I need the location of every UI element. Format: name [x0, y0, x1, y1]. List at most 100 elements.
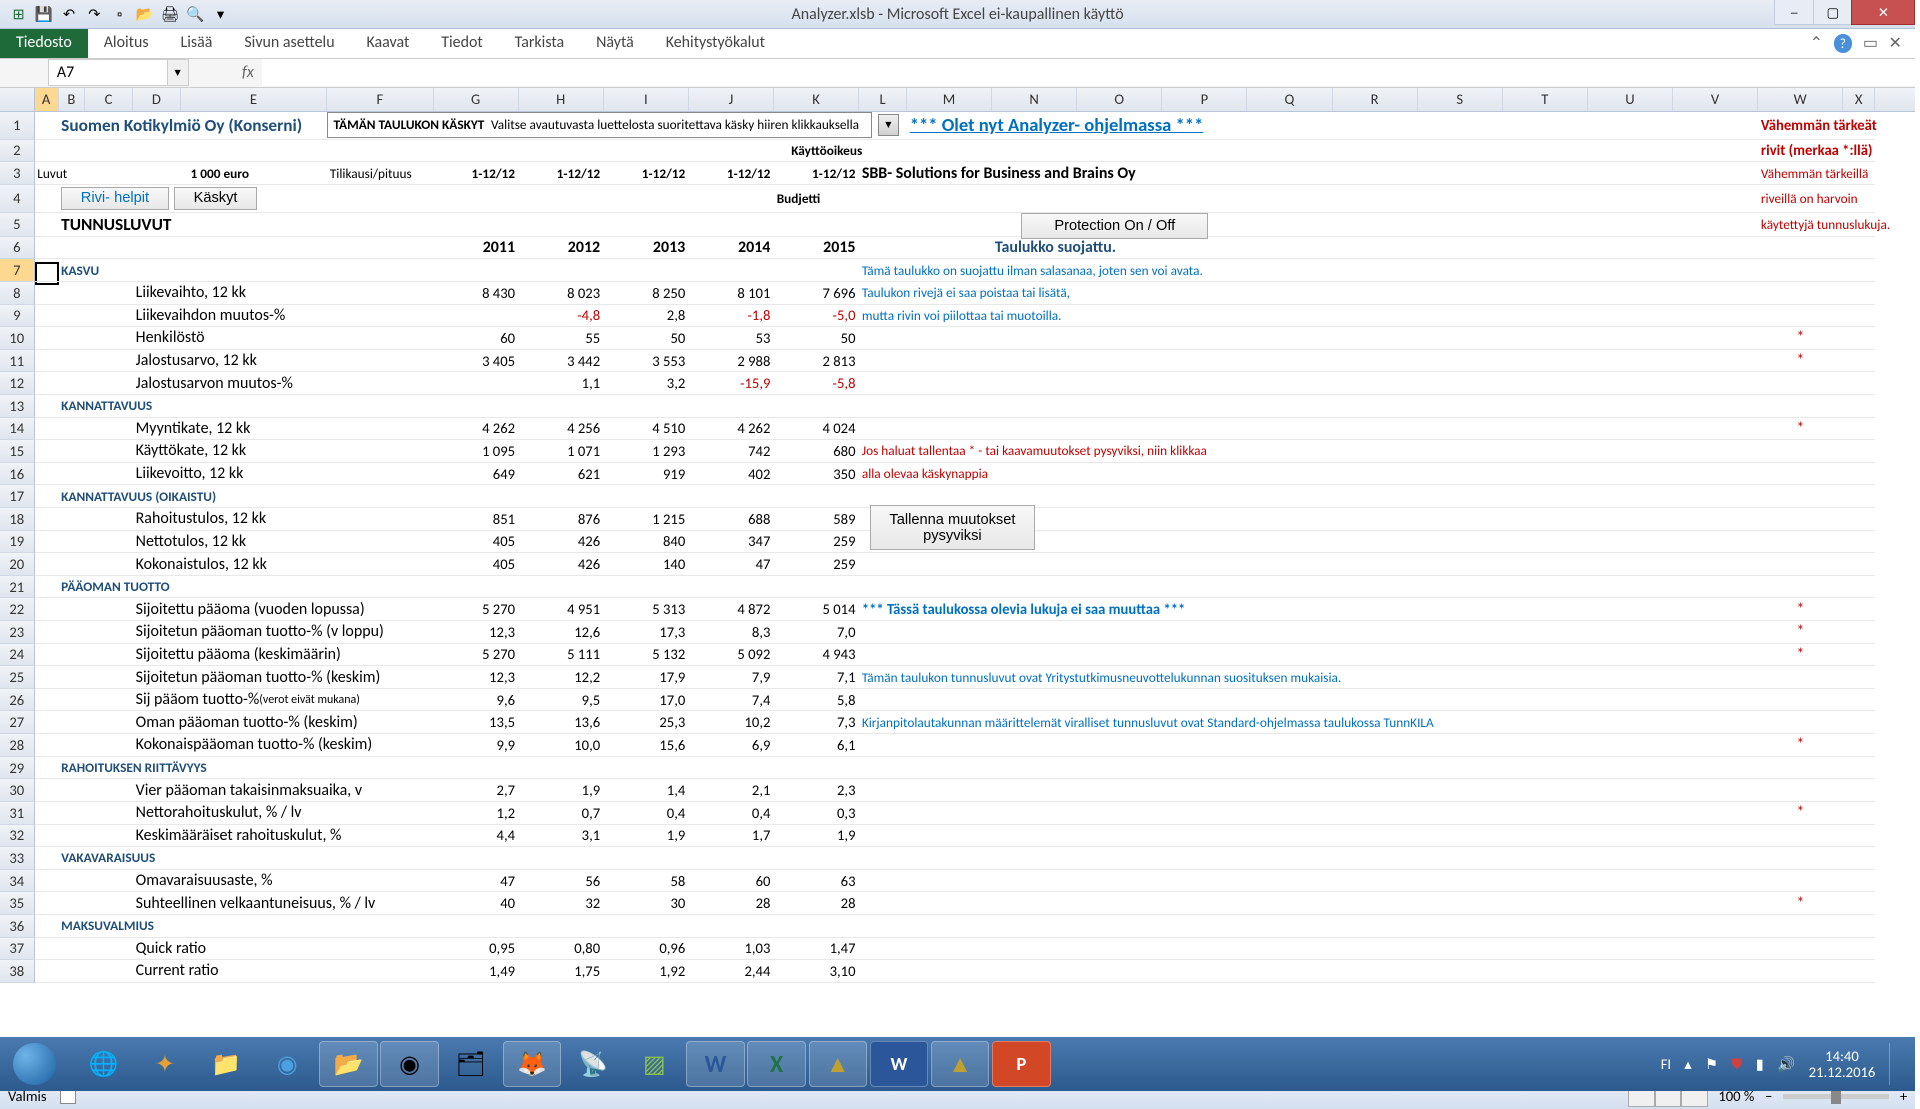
zoom-slider[interactable] — [1783, 1094, 1889, 1099]
col-header-I[interactable]: I — [604, 88, 689, 111]
tray-network-icon[interactable]: ▮ — [1756, 1055, 1764, 1073]
ribbon-tab-kaavat[interactable]: Kaavat — [351, 29, 426, 57]
col-header-R[interactable]: R — [1333, 88, 1418, 111]
row-header-34[interactable]: 34 — [0, 870, 35, 893]
row-header-10[interactable]: 10 — [0, 327, 35, 350]
ribbon-tab-aloitus[interactable]: Aloitus — [88, 29, 165, 57]
col-header-W[interactable]: W — [1758, 88, 1843, 111]
tray-volume-icon[interactable]: 🔊 — [1777, 1055, 1795, 1073]
row-header-1[interactable]: 1 — [0, 112, 35, 140]
tray-flag-icon[interactable]: ⚑ — [1705, 1055, 1718, 1073]
row-header-6[interactable]: 6 — [0, 237, 35, 260]
ribbon-window-icon[interactable]: ▭ — [1863, 33, 1878, 53]
col-header-J[interactable]: J — [689, 88, 774, 111]
row-header-35[interactable]: 35 — [0, 892, 35, 915]
maximize-button[interactable]: ▢ — [1813, 0, 1853, 25]
col-header-P[interactable]: P — [1162, 88, 1247, 111]
row-header-2[interactable]: 2 — [0, 140, 35, 163]
col-header-G[interactable]: G — [434, 88, 519, 111]
col-header-S[interactable]: S — [1418, 88, 1503, 111]
row-header-8[interactable]: 8 — [0, 282, 35, 305]
row-header-38[interactable]: 38 — [0, 960, 35, 983]
ribbon-tab-näytä[interactable]: Näytä — [580, 29, 650, 57]
col-header-D[interactable]: D — [133, 88, 181, 111]
col-header-N[interactable]: N — [992, 88, 1077, 111]
tray-lang[interactable]: FI — [1661, 1055, 1671, 1073]
ribbon-tab-sivun asettelu[interactable]: Sivun asettelu — [228, 29, 350, 57]
ribbon-close-icon[interactable]: ✕ — [1889, 33, 1902, 53]
commands-dropdown[interactable]: TÄMÄN TAULUKON KÄSKYT Valitse avautuvast… — [327, 112, 872, 137]
ribbon-tab-tarkista[interactable]: Tarkista — [499, 29, 580, 57]
col-header-F[interactable]: F — [327, 88, 433, 111]
row-header-23[interactable]: 23 — [0, 621, 35, 644]
row-header-11[interactable]: 11 — [0, 350, 35, 373]
row-header-30[interactable]: 30 — [0, 779, 35, 802]
row-header-7[interactable]: 7 — [0, 259, 35, 282]
row-header-5[interactable]: 5 — [0, 213, 35, 237]
row-header-13[interactable]: 13 — [0, 395, 35, 418]
rivi-helpit-button[interactable]: Rivi- helpit — [61, 187, 169, 210]
tray-clock[interactable]: 14:4021.12.2016 — [1809, 1048, 1876, 1080]
row-header-22[interactable]: 22 — [0, 598, 35, 621]
row-header-18[interactable]: 18 — [0, 508, 35, 531]
row-header-24[interactable]: 24 — [0, 644, 35, 667]
macro-record-icon[interactable] — [60, 1088, 76, 1104]
show-desktop-button[interactable] — [1889, 1043, 1902, 1086]
kaskyt-button[interactable]: Käskyt — [174, 187, 257, 210]
ribbon-tab-tiedot[interactable]: Tiedot — [425, 29, 498, 57]
row-header-19[interactable]: 19 — [0, 531, 35, 554]
col-header-C[interactable]: C — [85, 88, 133, 111]
tray-shield-icon[interactable]: ⛊ — [1731, 1055, 1742, 1073]
col-header-H[interactable]: H — [519, 88, 604, 111]
ribbon-tab-kehitystyökalut[interactable]: Kehitystyökalut — [650, 29, 781, 57]
row-header-3[interactable]: 3 — [0, 162, 35, 185]
row-header-26[interactable]: 26 — [0, 689, 35, 712]
col-header-M[interactable]: M — [907, 88, 992, 111]
fx-icon[interactable]: fx — [242, 63, 254, 82]
start-button[interactable] — [5, 1040, 64, 1088]
chevron-down-icon[interactable]: ▼ — [878, 114, 899, 135]
close-button[interactable]: ✕ — [1851, 0, 1915, 25]
row-header-14[interactable]: 14 — [0, 418, 35, 441]
row-header-29[interactable]: 29 — [0, 757, 35, 780]
select-all-corner[interactable] — [0, 88, 35, 111]
tray-show-hidden-icon[interactable]: ▴ — [1684, 1055, 1691, 1073]
protection-toggle-button[interactable]: Protection On / Off — [1021, 213, 1208, 239]
col-header-V[interactable]: V — [1673, 88, 1758, 111]
col-header-O[interactable]: O — [1077, 88, 1162, 111]
row-header-12[interactable]: 12 — [0, 372, 35, 395]
row-header-17[interactable]: 17 — [0, 485, 35, 508]
col-header-T[interactable]: T — [1503, 88, 1588, 111]
col-header-Q[interactable]: Q — [1247, 88, 1332, 111]
row-header-20[interactable]: 20 — [0, 553, 35, 576]
ribbon-minimize-icon[interactable]: ⌃ — [1810, 33, 1823, 53]
row-header-4[interactable]: 4 — [0, 185, 35, 213]
ribbon-tab-lisää[interactable]: Lisää — [165, 29, 229, 57]
row-header-25[interactable]: 25 — [0, 666, 35, 689]
row-header-9[interactable]: 9 — [0, 305, 35, 328]
name-box[interactable]: A7 — [48, 59, 168, 86]
formula-input[interactable] — [262, 59, 1915, 86]
row-header-15[interactable]: 15 — [0, 440, 35, 463]
help-icon[interactable]: ? — [1834, 34, 1853, 53]
row-header-28[interactable]: 28 — [0, 734, 35, 757]
row-header-27[interactable]: 27 — [0, 711, 35, 734]
row-header-37[interactable]: 37 — [0, 938, 35, 961]
col-header-E[interactable]: E — [181, 88, 327, 111]
cells-area[interactable]: Suomen Kotikylmiö Oy (Konserni)TÄMÄN TAU… — [35, 112, 1916, 983]
col-header-A[interactable]: A — [35, 88, 59, 111]
minimize-button[interactable]: ─ — [1774, 0, 1814, 25]
row-header-33[interactable]: 33 — [0, 847, 35, 870]
row-header-16[interactable]: 16 — [0, 463, 35, 486]
ribbon-tab-file[interactable]: Tiedosto — [0, 29, 88, 57]
row-header-32[interactable]: 32 — [0, 825, 35, 848]
col-header-L[interactable]: L — [859, 88, 907, 111]
col-header-X[interactable]: X — [1843, 88, 1875, 111]
row-header-31[interactable]: 31 — [0, 802, 35, 825]
col-header-U[interactable]: U — [1588, 88, 1673, 111]
row-header-21[interactable]: 21 — [0, 576, 35, 599]
row-header-36[interactable]: 36 — [0, 915, 35, 938]
name-box-dropdown[interactable]: ▼ — [168, 59, 189, 86]
col-header-K[interactable]: K — [774, 88, 859, 111]
col-header-B[interactable]: B — [59, 88, 86, 111]
